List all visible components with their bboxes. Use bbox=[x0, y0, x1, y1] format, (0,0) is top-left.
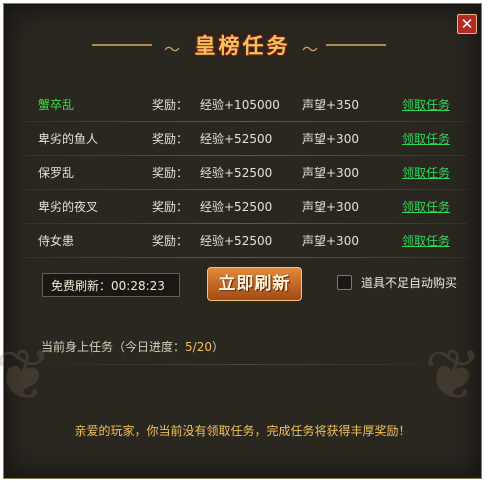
accept-task-link[interactable]: 领取任务 bbox=[402, 122, 450, 156]
daily-progress: 当前身上任务（今日进度：5/20） bbox=[41, 338, 224, 355]
accept-task-link[interactable]: 领取任务 bbox=[402, 224, 450, 258]
free-refresh-label: 免费刷新： bbox=[51, 279, 112, 293]
progress-value: 5/20 bbox=[185, 340, 212, 354]
task-row: 保罗乱 奖励： 经验+52500 声望+300 领取任务 bbox=[22, 156, 468, 190]
task-exp-reward: 经验+52500 bbox=[200, 132, 273, 146]
task-row: 卑劣的夜叉 奖励： 经验+52500 声望+300 领取任务 bbox=[22, 190, 468, 224]
progress-suffix: ） bbox=[211, 340, 224, 354]
close-button[interactable]: ✕ bbox=[457, 14, 477, 34]
task-reputation-reward: 声望+300 bbox=[302, 166, 359, 180]
page-title: 皇榜任务 bbox=[194, 34, 291, 58]
task-exp-reward: 经验+52500 bbox=[200, 200, 273, 214]
task-name: 卑劣的鱼人 bbox=[38, 132, 99, 146]
refresh-countdown: 00:28:23 bbox=[111, 279, 165, 293]
reward-label: 奖励： bbox=[152, 200, 189, 214]
task-reputation-reward: 声望+300 bbox=[302, 132, 359, 146]
reward-label: 奖励： bbox=[152, 166, 189, 180]
task-list: 蟹卒乱 奖励： 经验+105000 声望+350 领取任务 卑劣的鱼人 奖励： … bbox=[22, 88, 468, 258]
decor-swirl-right: ❦ bbox=[424, 334, 483, 416]
reward-label: 奖励： bbox=[152, 234, 189, 248]
task-name: 保罗乱 bbox=[38, 166, 75, 180]
title-ornament-right bbox=[326, 44, 386, 46]
task-exp-reward: 经验+105000 bbox=[200, 98, 280, 112]
free-refresh-timer: 免费刷新：00:28:23 bbox=[42, 273, 180, 297]
accept-task-link[interactable]: 领取任务 bbox=[402, 88, 450, 122]
accept-task-link[interactable]: 领取任务 bbox=[402, 156, 450, 190]
title-banner: 〜 皇榜任务 〜 bbox=[4, 26, 481, 66]
task-reputation-reward: 声望+300 bbox=[302, 200, 359, 214]
section-divider bbox=[24, 364, 464, 365]
task-name: 卑劣的夜叉 bbox=[38, 200, 99, 214]
task-reputation-reward: 声望+300 bbox=[302, 234, 359, 248]
refresh-now-button[interactable]: 立即刷新 bbox=[207, 267, 302, 301]
title-curl-right-icon: 〜 bbox=[302, 40, 319, 59]
task-exp-reward: 经验+52500 bbox=[200, 166, 273, 180]
footer-message: 亲爱的玩家，你当前没有领取任务，完成任务将获得丰厚奖励！ bbox=[74, 424, 411, 438]
close-icon: ✕ bbox=[460, 15, 474, 33]
auto-buy-checkbox[interactable] bbox=[337, 275, 352, 290]
quest-panel: ❦ ❦ 〜 皇榜任务 〜 ✕ 蟹卒乱 奖励： 经验+105000 声望+350 … bbox=[0, 3, 483, 479]
task-row: 侍女患 奖励： 经验+52500 声望+300 领取任务 bbox=[22, 224, 468, 258]
task-row: 蟹卒乱 奖励： 经验+105000 声望+350 领取任务 bbox=[22, 88, 468, 122]
accept-task-link[interactable]: 领取任务 bbox=[402, 190, 450, 224]
task-row: 卑劣的鱼人 奖励： 经验+52500 声望+300 领取任务 bbox=[22, 122, 468, 156]
task-exp-reward: 经验+52500 bbox=[200, 234, 273, 248]
task-name: 蟹卒乱 bbox=[38, 98, 75, 112]
reward-label: 奖励： bbox=[152, 132, 189, 146]
progress-label: 当前身上任务（今日进度： bbox=[41, 340, 186, 354]
auto-buy-label: 道具不足自动购买 bbox=[361, 276, 458, 290]
task-name: 侍女患 bbox=[38, 234, 75, 248]
reward-label: 奖励： bbox=[152, 98, 189, 112]
task-reputation-reward: 声望+350 bbox=[302, 98, 359, 112]
